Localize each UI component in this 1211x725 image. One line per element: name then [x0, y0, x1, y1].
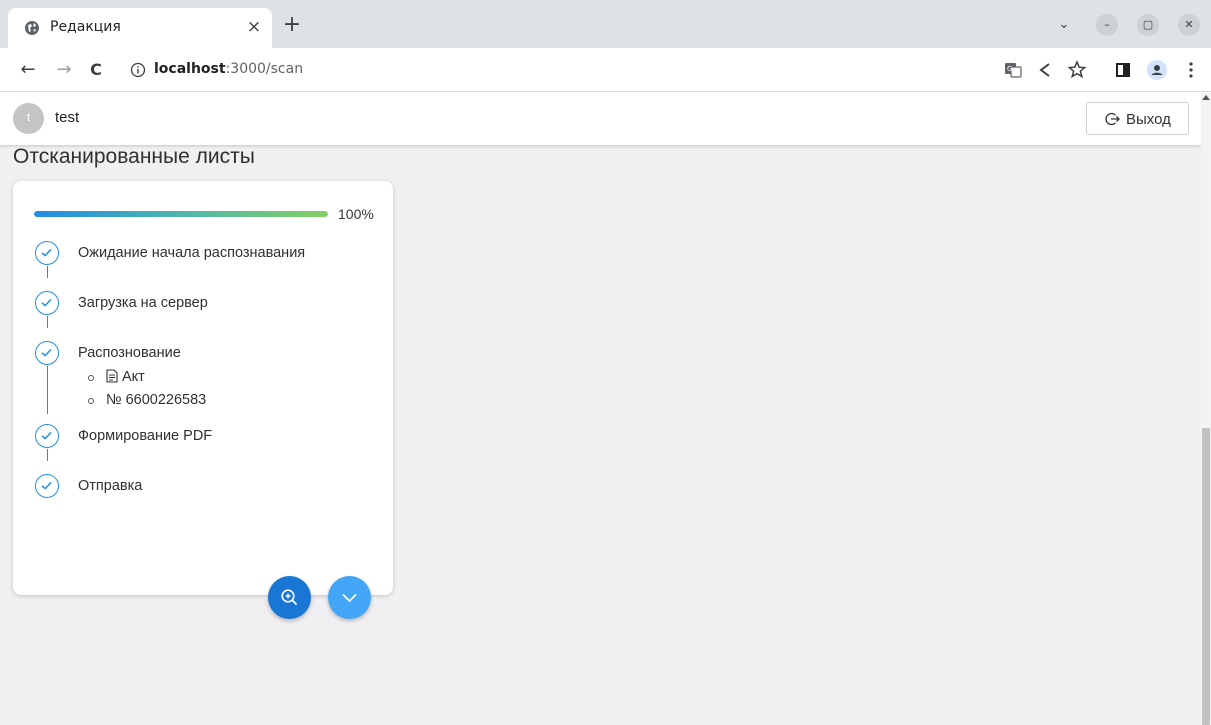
step-connector	[46, 449, 48, 461]
logout-label: Выход	[1126, 111, 1171, 128]
zoom-in-button[interactable]	[268, 576, 311, 619]
progress-bar	[34, 211, 328, 217]
browser-tab[interactable]: Редакция ×	[8, 8, 272, 48]
doc-number-label: № 6600226583	[106, 392, 207, 408]
avatar[interactable]: t	[13, 103, 44, 134]
browser-toolbar: ← → C localhost:3000/scan G	[0, 48, 1211, 92]
address-bar[interactable]: localhost:3000/scan	[122, 54, 992, 86]
scan-card: 100% Ожидание начала распознавания Загру…	[13, 181, 393, 595]
step-check-icon	[35, 341, 59, 365]
reload-button[interactable]: C	[84, 58, 108, 82]
menu-dots-icon[interactable]	[1179, 58, 1203, 82]
maximize-button[interactable]: ▢	[1137, 14, 1159, 36]
step-label: Отправка	[78, 478, 143, 494]
tab-search-button[interactable]: ⌄	[1053, 14, 1075, 36]
browser-tab-strip: Редакция × + ⌄ – ▢ ✕	[0, 0, 1211, 48]
scroll-thumb[interactable]	[1202, 428, 1210, 725]
step-connector	[46, 266, 48, 278]
step-connector	[46, 316, 48, 328]
url-host: localhost	[154, 61, 226, 77]
side-panel-icon[interactable]	[1111, 58, 1135, 82]
step-label: Формирование PDF	[78, 428, 213, 444]
minimize-button[interactable]: –	[1096, 14, 1118, 36]
forward-button[interactable]: →	[52, 58, 76, 82]
expand-button[interactable]	[328, 576, 371, 619]
step-label: Распознование	[78, 345, 181, 361]
new-tab-button[interactable]: +	[280, 14, 304, 38]
share-icon[interactable]	[1033, 58, 1057, 82]
step-label: Ожидание начала распознавания	[78, 245, 306, 261]
bullet	[88, 375, 94, 381]
step-check-icon	[35, 474, 59, 498]
svg-text:G: G	[1007, 65, 1012, 73]
info-icon[interactable]	[130, 62, 146, 78]
page-title: Отсканированные листы	[13, 145, 255, 168]
globe-icon	[25, 21, 39, 35]
bullet	[88, 398, 94, 404]
tab-close-icon[interactable]: ×	[244, 17, 264, 37]
doc-type-label: Акт	[122, 369, 145, 385]
tab-title: Редакция	[50, 19, 121, 35]
url-path: :3000/scan	[225, 61, 304, 77]
username: test	[55, 109, 80, 126]
chevron-down-icon	[342, 593, 357, 603]
close-window-button[interactable]: ✕	[1178, 14, 1200, 36]
file-text-icon	[106, 369, 118, 383]
logout-button[interactable]: Выход	[1086, 102, 1189, 135]
zoom-in-icon	[281, 589, 298, 606]
app-header: t test Выход	[0, 93, 1201, 145]
translate-icon[interactable]: G	[1001, 58, 1025, 82]
back-button[interactable]: ←	[16, 58, 40, 82]
scroll-up-arrow-icon[interactable]	[1202, 95, 1210, 100]
step-check-icon	[35, 291, 59, 315]
logout-icon	[1105, 112, 1120, 126]
step-connector	[46, 366, 48, 414]
page-viewport: t test Выход Отсканированные листы 100% …	[0, 93, 1211, 725]
step-check-icon	[35, 241, 59, 265]
progress-fill	[34, 211, 328, 217]
step-check-icon	[35, 424, 59, 448]
progress-percent: 100%	[338, 206, 374, 222]
sub-item-text: Акт	[106, 369, 145, 385]
bookmark-star-icon[interactable]	[1065, 58, 1089, 82]
page-scrollbar[interactable]	[1201, 93, 1211, 725]
url-text: localhost:3000/scan	[154, 61, 303, 77]
step-label: Загрузка на сервер	[78, 295, 208, 311]
profile-icon[interactable]	[1145, 58, 1169, 82]
